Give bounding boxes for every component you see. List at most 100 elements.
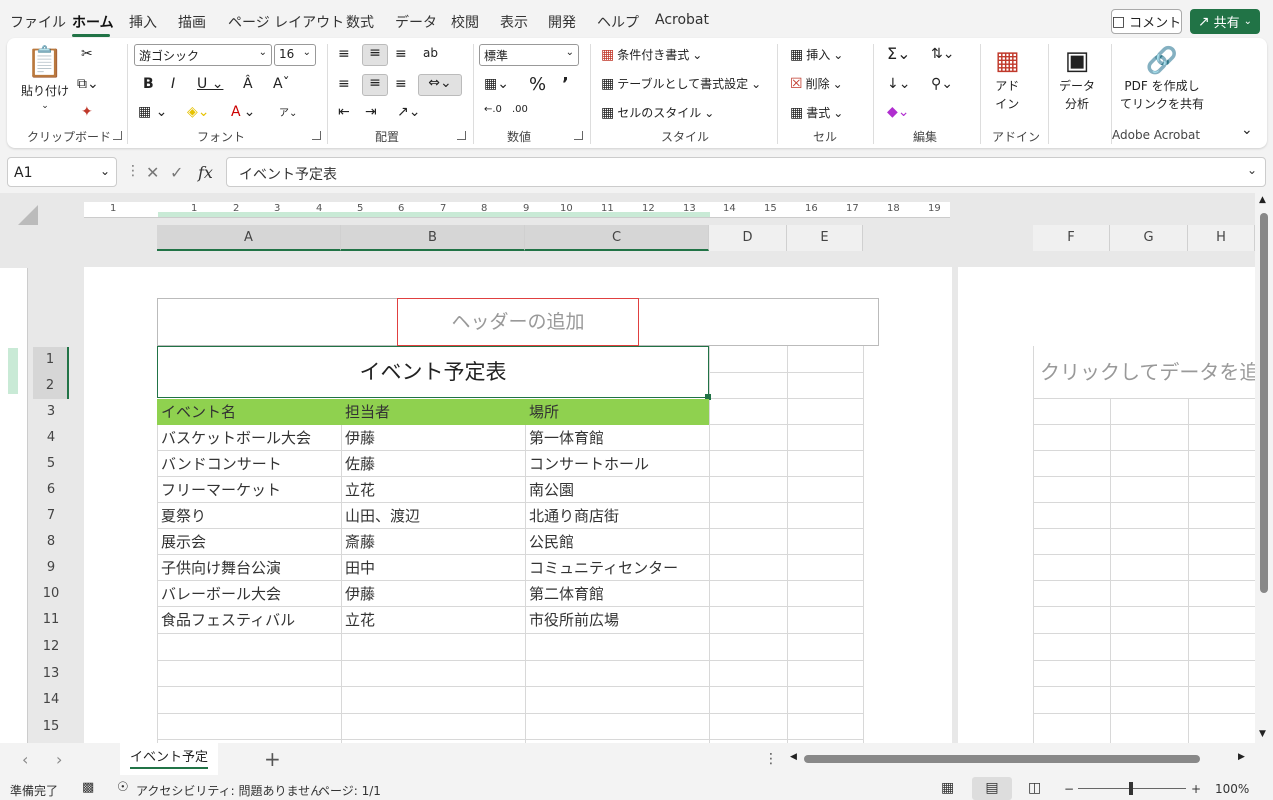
horizontal-scrollbar[interactable]: ◀ ▶ (786, 751, 1254, 767)
horizontal-scroll-thumb[interactable] (804, 755, 1200, 763)
zoom-level[interactable]: 100% (1215, 782, 1249, 796)
font-launcher-icon[interactable] (312, 131, 321, 140)
phonetic-icon[interactable]: ア⌄ (279, 104, 297, 119)
cut-icon[interactable]: ✂ (81, 46, 93, 62)
table-cell[interactable]: コンサートホール (525, 451, 649, 477)
align-right-icon[interactable]: ≡ (395, 76, 407, 92)
bold-button[interactable]: B (143, 76, 154, 92)
delete-cells-button[interactable]: ☒ 削除 ⌄ (790, 75, 843, 92)
formula-input[interactable]: イベント予定表 ⌄ (226, 157, 1266, 187)
table-cell[interactable]: 伊藤 (341, 581, 375, 607)
cell-styles-button[interactable]: ▦ セルのスタイル ⌄ (601, 104, 714, 121)
format-cells-button[interactable]: ▦ 書式 ⌄ (790, 104, 843, 121)
font-color-icon[interactable]: A ⌄ (231, 104, 255, 120)
merge-center-icon[interactable]: ⇔⌄ (418, 74, 462, 96)
sheet-tab[interactable]: イベント予定 (120, 743, 218, 775)
table-cell[interactable]: 第一体育館 (525, 425, 604, 451)
number-format-select[interactable]: 標準 ⌄ (479, 44, 579, 66)
fill-color-icon[interactable]: ◈⌄ (187, 104, 210, 120)
add-sheet-icon[interactable]: + (264, 747, 281, 771)
vertical-scrollbar[interactable]: ▲ ▼ (1255, 193, 1273, 743)
row-header[interactable]: 8 (33, 529, 69, 555)
copy-icon[interactable]: ⧉⌄ (77, 76, 99, 92)
name-box[interactable]: A1 ⌄ (7, 157, 117, 187)
table-cell[interactable]: 立花 (341, 477, 375, 503)
decrease-indent-icon[interactable]: ⇤ (338, 104, 350, 120)
table-cell[interactable]: コミュニティセンター (525, 555, 678, 581)
align-bottom-icon[interactable]: ≡ (395, 46, 407, 62)
cancel-icon[interactable]: ✕ (146, 163, 159, 182)
table-cell[interactable]: 子供向け舞台公演 (157, 555, 281, 581)
tab-developer[interactable]: 開発 (548, 12, 576, 32)
decrease-font-icon[interactable]: Aˇ (273, 76, 290, 92)
column-header-g[interactable]: G (1110, 225, 1188, 251)
row-header[interactable]: 12 (33, 634, 69, 660)
row-header[interactable]: 14 (33, 687, 69, 713)
insert-function-icon[interactable]: fx (198, 163, 213, 182)
table-cell[interactable]: 伊藤 (341, 425, 375, 451)
tab-review[interactable]: 校閲 (451, 12, 479, 32)
row-header[interactable]: 6 (33, 477, 69, 503)
italic-button[interactable]: I (171, 76, 175, 92)
sort-filter-icon[interactable]: ⇅⌄ (931, 46, 954, 62)
zoom-in-icon[interactable]: + (1191, 782, 1201, 796)
table-cell[interactable]: バレーボール大会 (157, 581, 281, 607)
border-icon[interactable]: ▦ ⌄ (138, 104, 167, 120)
data-analysis-button[interactable]: ▣ データ 分析 (1059, 46, 1095, 112)
column-header-c[interactable]: C (525, 225, 709, 251)
page-layout-view-icon[interactable]: ▤ (972, 777, 1012, 800)
prev-sheet-icon[interactable]: ‹ (22, 750, 28, 769)
row-header[interactable]: 1 (33, 347, 69, 373)
font-size-select[interactable]: 16 ⌄ (274, 44, 316, 66)
table-cell[interactable]: 食品フェスティバル (157, 607, 295, 633)
format-as-table-button[interactable]: ▦ テーブルとして書式設定 ⌄ (601, 75, 761, 92)
increase-decimal-icon[interactable]: ←.0 (484, 104, 502, 115)
tab-help[interactable]: ヘルプ (597, 12, 639, 32)
align-middle-icon[interactable]: ≡ (362, 44, 388, 66)
table-cell[interactable]: 佐藤 (341, 451, 375, 477)
conditional-format-button[interactable]: ▦ 条件付き書式 ⌄ (601, 46, 702, 63)
underline-button[interactable]: U ⌄ (197, 76, 223, 92)
wrap-text-icon[interactable]: ab (423, 46, 438, 60)
row-header[interactable]: 10 (33, 581, 69, 607)
add-data-placeholder[interactable]: クリックしてデータを追加 (1040, 356, 1255, 385)
table-cell[interactable]: バンドコンサート (157, 451, 282, 477)
table-cell[interactable]: バスケットボール大会 (157, 425, 311, 451)
row-header[interactable]: 7 (33, 503, 69, 529)
table-cell[interactable]: 北通り商店街 (525, 503, 619, 529)
normal-view-icon[interactable]: ▦ (941, 780, 954, 796)
tab-data[interactable]: データ (395, 12, 437, 32)
table-cell[interactable]: 公民館 (525, 529, 574, 555)
title-cell-a1[interactable]: イベント予定表 (157, 346, 709, 398)
tab-home[interactable]: ホーム (72, 12, 114, 32)
more-options-icon[interactable]: ⋮ (126, 163, 140, 179)
column-header-h[interactable]: H (1188, 225, 1255, 251)
zoom-slider-thumb[interactable] (1129, 782, 1133, 795)
table-cell[interactable]: 山田、渡辺 (341, 503, 420, 529)
table-cell[interactable]: 田中 (341, 555, 375, 581)
format-painter-icon[interactable]: ✦ (81, 104, 93, 120)
accessibility-icon[interactable]: ☉ (117, 780, 129, 795)
tab-view[interactable]: 表示 (500, 12, 528, 32)
table-cell[interactable]: 展示会 (157, 529, 206, 555)
zoom-out-icon[interactable]: − (1064, 782, 1074, 796)
tab-acrobat[interactable]: Acrobat (655, 12, 709, 28)
row-header[interactable]: 13 (33, 661, 69, 687)
insert-cells-button[interactable]: ▦ 挿入 ⌄ (790, 46, 843, 63)
clear-icon[interactable]: ◆⌄ (887, 104, 910, 120)
row-header[interactable]: 9 (33, 555, 69, 581)
header-center-section[interactable]: ヘッダーの追加 (397, 298, 639, 346)
comment-button[interactable]: □ コメント (1111, 9, 1182, 34)
ribbon-collapse-icon[interactable]: ⌄ (1241, 122, 1253, 138)
tab-file[interactable]: ファイル (10, 12, 66, 32)
column-header-f[interactable]: F (1033, 225, 1110, 251)
column-header-d[interactable]: D (709, 225, 787, 251)
scroll-left-icon[interactable]: ◀ (790, 752, 797, 762)
increase-indent-icon[interactable]: ⇥ (365, 104, 377, 120)
next-sheet-icon[interactable]: › (56, 750, 62, 769)
column-header-b[interactable]: B (341, 225, 525, 251)
addins-button[interactable]: ▦ アド イン (995, 46, 1020, 112)
column-header-a[interactable]: A (157, 225, 341, 251)
row-header[interactable]: 15 (33, 714, 69, 740)
scroll-right-icon[interactable]: ▶ (1238, 752, 1245, 762)
